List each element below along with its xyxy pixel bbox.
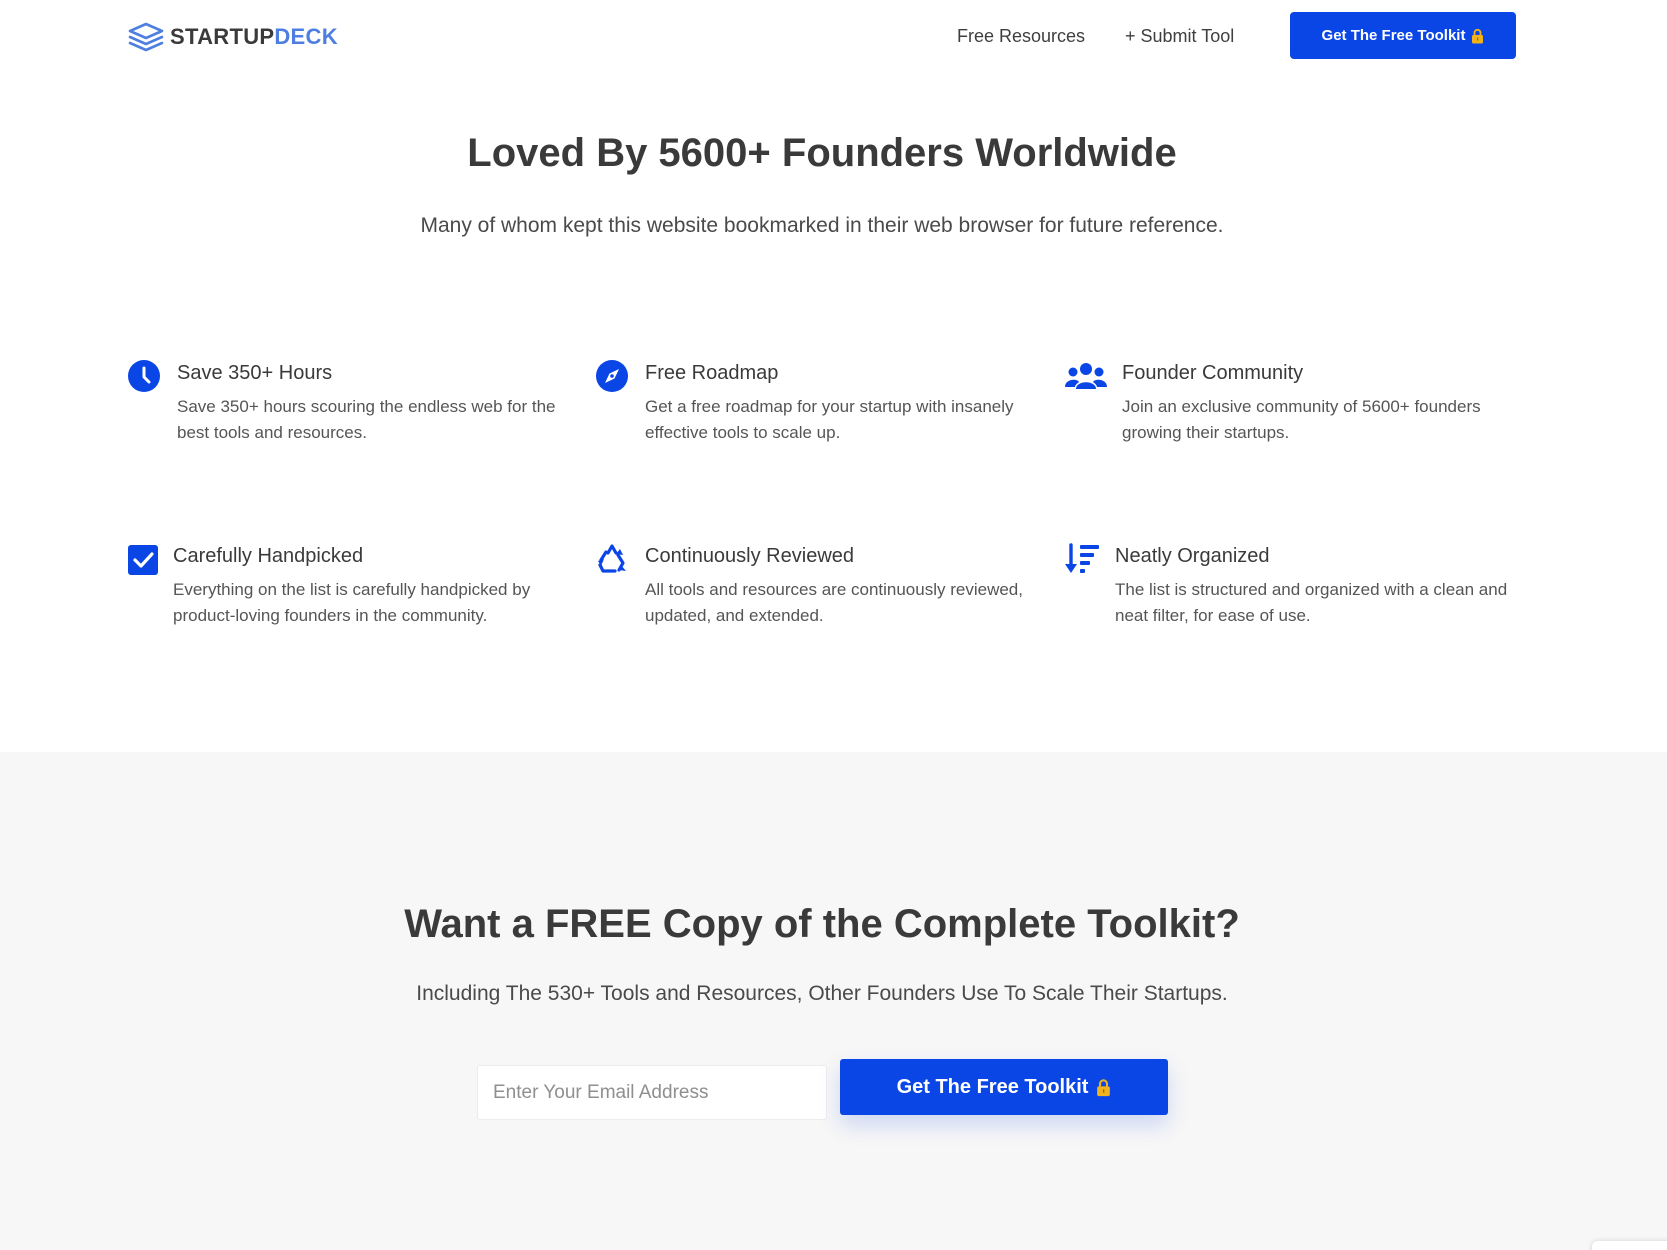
feature-title: Neatly Organized — [1115, 545, 1270, 567]
signup-title: Want a FREE Copy of the Complete Toolkit… — [404, 902, 1240, 946]
header-get-toolkit-button[interactable]: Get The Free Toolkit — [1290, 12, 1516, 59]
nav-submit-tool-link[interactable]: + Submit Tool — [1125, 24, 1234, 48]
feature-description: Join an exclusive community of 5600+ fou… — [1122, 397, 1481, 442]
compass-icon — [596, 360, 628, 392]
corner-widget[interactable] — [1592, 1241, 1667, 1250]
sort-amount-down-icon — [1065, 543, 1099, 573]
logo-text-deck: DECK — [274, 24, 338, 49]
nav-free-resources-link[interactable]: Free Resources — [957, 24, 1085, 48]
email-input[interactable] — [477, 1065, 827, 1120]
feature-title: Founder Community — [1122, 362, 1304, 384]
signup-section: Want a FREE Copy of the Complete Toolkit… — [0, 752, 1667, 1250]
users-icon — [1065, 363, 1107, 389]
signup-subtitle: Including The 530+ Tools and Resources, … — [416, 982, 1228, 1005]
lock-icon — [1097, 1078, 1111, 1096]
check-square-icon — [128, 545, 158, 575]
feature-description: Save 350+ hours scouring the endless web… — [177, 397, 556, 442]
feature-title: Carefully Handpicked — [173, 545, 364, 567]
header-cta-label: Get The Free Toolkit — [1321, 27, 1466, 44]
site-header: STARTUPDECK Free Resources + Submit Tool… — [0, 0, 1667, 74]
clock-icon — [128, 360, 160, 392]
get-toolkit-button[interactable]: Get The Free Toolkit — [840, 1059, 1168, 1115]
feature-description: All tools and resources are continuously… — [645, 580, 1023, 625]
feature-title: Save 350+ Hours — [177, 362, 333, 384]
stacked-layers-icon — [128, 22, 164, 52]
hero-title: Loved By 5600+ Founders Worldwide — [467, 131, 1177, 175]
feature-title: Free Roadmap — [645, 362, 779, 384]
feature-description: Everything on the list is carefully hand… — [173, 580, 531, 625]
hero-subtitle: Many of whom kept this website bookmarke… — [420, 214, 1224, 237]
lock-icon — [1472, 28, 1484, 43]
feature-description: Get a free roadmap for your startup with… — [645, 397, 1014, 442]
startupdeck-logo[interactable]: STARTUPDECK — [128, 22, 338, 52]
get-toolkit-button-label: Get The Free Toolkit — [896, 1075, 1089, 1098]
recycle-icon — [598, 544, 626, 573]
feature-title: Continuously Reviewed — [645, 545, 855, 567]
logo-wordmark: STARTUPDECK — [170, 24, 338, 50]
feature-description: The list is structured and organized wit… — [1115, 580, 1508, 625]
logo-text-startup: STARTUP — [170, 24, 275, 49]
